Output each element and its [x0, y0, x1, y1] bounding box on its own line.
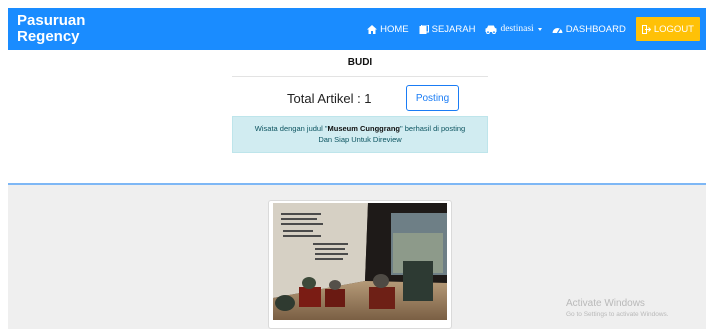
- navbar: Pasuruan Regency HOME SEJARAH destinasi …: [8, 8, 706, 50]
- nav-home[interactable]: HOME: [367, 24, 409, 35]
- divider-line: [232, 76, 488, 77]
- book-icon: [419, 24, 429, 34]
- home-icon: [367, 24, 378, 34]
- alert-line-2: Dan Siap Untuk Direview: [318, 135, 402, 144]
- watermark-title: Activate Windows: [566, 298, 645, 309]
- nav-destinasi-dropdown[interactable]: destinasi: [485, 24, 542, 34]
- windows-activation-watermark: Activate Windows Go to Settings to activ…: [566, 298, 669, 318]
- article-card[interactable]: [268, 200, 452, 329]
- logout-button[interactable]: LOGOUT: [635, 17, 700, 41]
- brand-link[interactable]: Pasuruan Regency: [17, 13, 87, 45]
- brand-name: Pasuruan Regency: [17, 12, 86, 45]
- nav-menu: HOME SEJARAH destinasi DASHBOARD LOGOUT: [357, 8, 700, 50]
- alert-line-1: Wisata dengan judul "Museum Cunggrang" b…: [254, 124, 466, 133]
- caret-down-icon: [537, 27, 542, 31]
- username-heading: BUDI: [347, 57, 373, 68]
- total-articles-text: Total Artikel : 1: [287, 91, 372, 106]
- museum-photo[interactable]: [273, 203, 447, 320]
- nav-sejarah[interactable]: SEJARAH: [419, 23, 476, 35]
- sign-out-icon: [641, 24, 651, 34]
- nav-destinasi-label: destinasi: [500, 24, 534, 34]
- logout-label: LOGOUT: [653, 23, 694, 35]
- car-icon: [485, 25, 497, 34]
- alert-article-title: Museum Cunggrang: [327, 124, 401, 133]
- watermark-subtitle: Go to Settings to activate Windows.: [566, 311, 669, 318]
- nav-sejarah-label: SEJARAH: [431, 23, 476, 35]
- nav-home-label: HOME: [380, 23, 409, 35]
- nav-dashboard-label: DASHBOARD: [565, 23, 626, 35]
- dashboard-icon: [552, 27, 563, 33]
- posting-button[interactable]: Posting: [406, 85, 459, 111]
- success-alert: Wisata dengan judul "Museum Cunggrang" b…: [232, 116, 488, 153]
- nav-dashboard[interactable]: DASHBOARD: [552, 24, 626, 35]
